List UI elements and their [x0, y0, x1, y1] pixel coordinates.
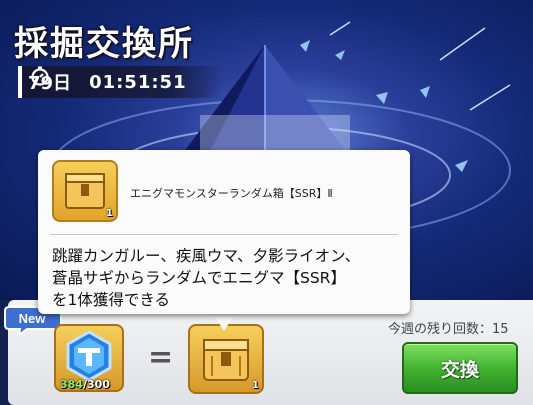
- description-line: 跳躍カンガルー、疾風ウマ、夕影ライオン、: [52, 247, 361, 265]
- reward-slot[interactable]: 1: [188, 324, 264, 394]
- tooltip-description: 跳躍カンガルー、疾風ウマ、夕影ライオン、 蒼晶サギからランダムでエニグマ【SSR…: [52, 245, 402, 311]
- tooltip-item-icon: 1: [52, 160, 118, 222]
- description-line: を1体獲得できる: [52, 291, 171, 309]
- equals-sign: =: [148, 340, 174, 375]
- page-title: 採掘交換所: [14, 24, 194, 64]
- tooltip-pointer: [215, 317, 233, 331]
- medal-need: /300: [82, 378, 110, 391]
- exchange-button[interactable]: 交換: [402, 342, 518, 394]
- stopwatch-icon: [31, 66, 49, 86]
- reward-count: 1: [252, 380, 259, 391]
- event-timer: 79日 01:51:51: [18, 66, 222, 98]
- tooltip-item-count: 1: [106, 208, 113, 219]
- item-tooltip: 1 エニグマモンスターランダム箱【SSR】Ⅱ 跳躍カンガルー、疾風ウマ、夕影ライ…: [38, 150, 410, 314]
- tooltip-divider: [50, 234, 398, 235]
- timer-clock: 01:51:51: [89, 71, 187, 93]
- medal-count: 384/300: [60, 378, 110, 391]
- medal-have: 384: [60, 378, 83, 391]
- tooltip-item-name: エニグマモンスターランダム箱【SSR】Ⅱ: [130, 187, 333, 200]
- remaining-count: 今週の残り回数：15: [388, 322, 509, 337]
- description-line: 蒼晶サギからランダムでエニグマ【SSR】: [52, 269, 346, 287]
